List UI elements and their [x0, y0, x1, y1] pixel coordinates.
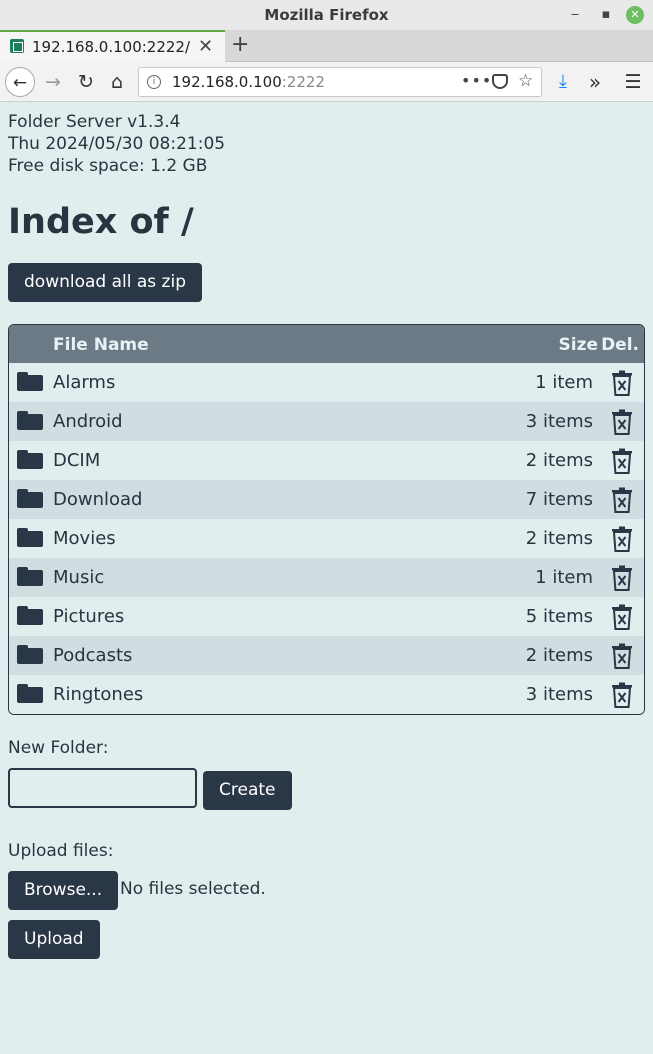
item-count: 3 items	[525, 684, 593, 705]
folder-icon	[17, 684, 43, 703]
tab-strip: 192.168.0.100:2222/ ✕ +	[0, 30, 653, 62]
trash-icon[interactable]	[611, 409, 633, 435]
new-folder-input[interactable]	[8, 768, 197, 808]
table-row[interactable]: Pictures 5 items	[9, 597, 644, 636]
column-header-name[interactable]: File Name	[53, 335, 149, 355]
file-name-link[interactable]: Movies	[53, 528, 116, 549]
favicon-icon	[10, 39, 24, 53]
tab-close-icon[interactable]: ✕	[198, 36, 213, 57]
table-row[interactable]: Android 3 items	[9, 402, 644, 441]
server-datetime: Thu 2024/05/30 08:21:05	[8, 134, 226, 154]
page-content: Folder Server v1.3.4 Thu 2024/05/30 08:2…	[0, 103, 653, 959]
back-button[interactable]: ←	[5, 67, 35, 97]
trash-icon[interactable]	[611, 526, 633, 552]
folder-icon	[17, 567, 43, 586]
file-name-link[interactable]: Pictures	[53, 606, 124, 627]
pocket-icon[interactable]	[492, 74, 508, 89]
url-text[interactable]: 192.168.0.100:2222	[172, 73, 325, 91]
url-bar[interactable]: i 192.168.0.100:2222 ••• ☆	[138, 67, 542, 97]
column-header-delete: Del.	[601, 335, 639, 355]
trash-icon[interactable]	[611, 565, 633, 591]
download-zip-button[interactable]: download all as zip	[8, 263, 202, 302]
folder-icon	[17, 645, 43, 664]
tab-title: 192.168.0.100:2222/	[32, 38, 191, 56]
page-title: Index of /	[8, 202, 194, 242]
table-row[interactable]: DCIM 2 items	[9, 441, 644, 480]
upload-label: Upload files:	[8, 841, 114, 861]
item-count: 3 items	[525, 411, 593, 432]
server-version: Folder Server v1.3.4	[8, 112, 181, 132]
bookmark-star-icon[interactable]: ☆	[518, 71, 533, 91]
reload-button[interactable]: ↻	[71, 67, 101, 97]
trash-icon[interactable]	[611, 643, 633, 669]
file-name-link[interactable]: Alarms	[53, 372, 115, 393]
item-count: 1 item	[535, 372, 593, 393]
forward-button[interactable]: →	[38, 67, 68, 97]
site-info-icon[interactable]: i	[147, 75, 161, 89]
table-row[interactable]: Download 7 items	[9, 480, 644, 519]
table-row[interactable]: Movies 2 items	[9, 519, 644, 558]
window-title: Mozilla Firefox	[264, 6, 389, 24]
trash-icon[interactable]	[611, 370, 633, 396]
folder-icon	[17, 372, 43, 391]
file-name-link[interactable]: Android	[53, 411, 123, 432]
table-row[interactable]: Ringtones 3 items	[9, 675, 644, 714]
file-picker: Browse... No files selected.	[8, 871, 645, 910]
table-row[interactable]: Podcasts 2 items	[9, 636, 644, 675]
navigation-bar: ← → ↻ ⌂ i 192.168.0.100:2222 ••• ☆ ⤓ » ☰	[0, 62, 653, 102]
server-info: Folder Server v1.3.4 Thu 2024/05/30 08:2…	[8, 111, 645, 177]
new-folder-label: New Folder:	[8, 738, 109, 758]
column-header-size[interactable]: Size	[559, 335, 599, 355]
table-row[interactable]: Music 1 item	[9, 558, 644, 597]
file-name-link[interactable]: Music	[53, 567, 104, 588]
trash-icon[interactable]	[611, 682, 633, 708]
hamburger-menu-icon[interactable]: ☰	[618, 67, 648, 97]
upload-button[interactable]: Upload	[8, 920, 100, 959]
file-name-link[interactable]: Podcasts	[53, 645, 132, 666]
file-table: File Name Size Del. Alarms 1 item Android 3…	[8, 324, 645, 715]
home-button[interactable]: ⌂	[102, 67, 132, 97]
folder-icon	[17, 411, 43, 430]
file-name-link[interactable]: Ringtones	[53, 684, 143, 705]
browser-tab[interactable]: 192.168.0.100:2222/ ✕	[0, 30, 225, 62]
downloads-icon[interactable]: ⤓	[548, 67, 578, 97]
folder-icon	[17, 528, 43, 547]
item-count: 2 items	[525, 528, 593, 549]
file-selection-status: No files selected.	[120, 879, 266, 899]
item-count: 2 items	[525, 645, 593, 666]
browse-button[interactable]: Browse...	[8, 871, 119, 910]
file-name-link[interactable]: Download	[53, 489, 142, 510]
file-name-link[interactable]: DCIM	[53, 450, 100, 471]
folder-icon	[17, 450, 43, 469]
minimize-icon[interactable]: ‒	[566, 6, 584, 24]
new-tab-button[interactable]: +	[231, 31, 249, 59]
item-count: 5 items	[525, 606, 593, 627]
create-folder-button[interactable]: Create	[203, 771, 292, 810]
maximize-icon[interactable]: ▪	[597, 6, 615, 24]
trash-icon[interactable]	[611, 448, 633, 474]
table-row[interactable]: Alarms 1 item	[9, 363, 644, 402]
free-disk-space: Free disk space: 1.2 GB	[8, 156, 208, 176]
trash-icon[interactable]	[611, 487, 633, 513]
window-titlebar: Mozilla Firefox ‒ ▪ ✕	[0, 0, 653, 30]
new-folder-form: Create	[8, 768, 645, 810]
folder-icon	[17, 489, 43, 508]
item-count: 1 item	[535, 567, 593, 588]
trash-icon[interactable]	[611, 604, 633, 630]
overflow-menu-icon[interactable]: »	[580, 67, 610, 97]
folder-icon	[17, 606, 43, 625]
item-count: 7 items	[525, 489, 593, 510]
close-window-icon[interactable]: ✕	[626, 6, 644, 24]
item-count: 2 items	[525, 450, 593, 471]
table-body: Alarms 1 item Android 3 items DCIM 2 items Dow…	[9, 363, 644, 714]
page-actions-icon[interactable]: •••	[461, 71, 492, 90]
table-header: File Name Size Del.	[9, 325, 644, 363]
